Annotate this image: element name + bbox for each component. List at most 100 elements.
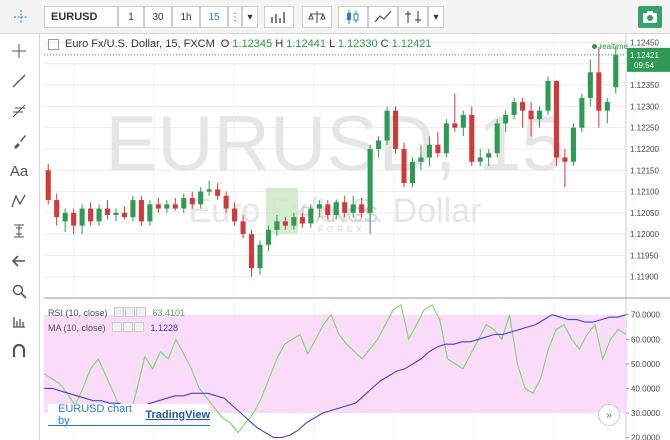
candle [155, 204, 161, 209]
tradingview-link[interactable]: TradingView [145, 409, 210, 421]
interval-30-button[interactable]: 30 [144, 6, 172, 28]
candle [232, 208, 238, 222]
chevron-down-icon[interactable]: ▾ [428, 6, 444, 28]
candle [62, 212, 68, 222]
text-icon[interactable]: Aa [8, 160, 30, 182]
candle [409, 161, 416, 184]
candle [494, 123, 500, 154]
templates-icon[interactable] [398, 6, 428, 28]
candle [198, 191, 204, 205]
indicator-tick-label: 60.0000 [631, 335, 660, 344]
candle [147, 204, 153, 222]
ma-legend: MA (10, close) 1.1228 [48, 322, 178, 334]
interval-1h-button[interactable]: 1h [172, 6, 200, 28]
ma-value: 1.1228 [150, 323, 179, 333]
candle [376, 140, 382, 149]
candle [350, 204, 356, 213]
candle [460, 114, 466, 128]
more-intervals-icon[interactable]: ⋮ [228, 6, 242, 28]
candle [511, 102, 517, 115]
magnet-icon[interactable] [8, 340, 30, 362]
fib-icon[interactable] [8, 100, 30, 122]
symbol-search-input[interactable]: EURUSD [44, 6, 118, 28]
interval-1-button[interactable]: 1 [118, 6, 144, 28]
candle [291, 217, 297, 226]
chart-title: Euro Fx/U.S. Dollar, 15, FXCM [65, 38, 215, 50]
candle [452, 123, 458, 128]
measure-icon[interactable] [8, 220, 30, 242]
candle [248, 234, 255, 269]
crosshair-menu-icon[interactable] [6, 6, 36, 28]
ma-settings-icons[interactable] [111, 322, 145, 334]
ruler-icon[interactable] [8, 310, 30, 332]
interval-15-button[interactable]: 15 [200, 6, 228, 28]
trendline-icon[interactable] [8, 70, 30, 92]
candle [104, 208, 111, 215]
close-label: C [380, 38, 389, 50]
candle [96, 208, 102, 222]
candle [88, 208, 94, 222]
zoom-icon[interactable] [8, 280, 30, 302]
candle [130, 200, 136, 218]
candle [206, 189, 212, 192]
bar-chart-style-icon[interactable] [264, 6, 294, 28]
candle [308, 208, 314, 224]
candle [189, 197, 195, 205]
arrow-left-icon[interactable] [8, 250, 30, 272]
scroll-to-realtime-button[interactable]: » [598, 404, 620, 426]
realtime-dot-icon [591, 44, 597, 49]
legend-collapse-icon[interactable] [48, 38, 59, 50]
indicator-tick-label: 70.0000 [631, 311, 660, 320]
candle [587, 72, 593, 98]
realtime-indicator: realtime [591, 42, 628, 51]
candle [545, 80, 551, 111]
indicator-tick-label: 30.0000 [631, 409, 660, 418]
ohlc-readout: O 1.12345 H 1.12441 L 1.12330 C 1.12421 [221, 38, 432, 50]
candle [274, 221, 280, 230]
brush-icon[interactable] [8, 130, 30, 152]
ma-label: MA (10, close) [48, 323, 106, 333]
indicator-tick-label: 20.0000 [631, 434, 660, 440]
candle [121, 212, 128, 218]
rsi-legend: RSI (10, close) 63.4101 [48, 307, 185, 319]
candle [367, 148, 373, 213]
candle [54, 200, 60, 218]
candle [477, 157, 483, 162]
rsi-settings-icons[interactable] [113, 307, 147, 319]
candle [257, 244, 263, 269]
candle [570, 127, 576, 162]
candle [579, 97, 585, 128]
credit-prefix: EURUSD chart by [58, 402, 132, 427]
candle [79, 208, 85, 226]
candle [384, 110, 390, 141]
close-value: 1.12421 [391, 38, 432, 50]
candle [401, 148, 407, 184]
indicator-tick-label: 40.0000 [631, 384, 660, 393]
candle [553, 80, 560, 158]
camera-icon[interactable] [638, 6, 662, 28]
candle [596, 72, 602, 111]
compare-icon[interactable] [302, 6, 332, 28]
candles-icon[interactable] [338, 6, 368, 28]
crosshair-icon[interactable] [8, 40, 30, 62]
top-toolbar: EURUSD 1 30 1h 15 ⋮ ▾ ▾ [0, 0, 670, 34]
candle [215, 189, 221, 196]
candle [325, 204, 331, 215]
drawing-toolbar: Aa [0, 34, 40, 440]
candle [528, 110, 534, 120]
candle [71, 212, 77, 226]
chart-credit: EURUSD chart by TradingView [48, 402, 210, 427]
indicator-tick-label: 50.0000 [631, 360, 660, 369]
chart-canvas[interactable]: 1.124501.124001.123501.123001.122501.122… [0, 0, 670, 440]
candle [240, 221, 246, 235]
open-value: 1.12345 [232, 38, 273, 50]
low-value: 1.12330 [337, 38, 378, 50]
candle [536, 110, 543, 120]
chevron-down-icon[interactable]: ▾ [242, 6, 258, 28]
indicators-icon[interactable] [368, 6, 398, 28]
candle [503, 114, 509, 124]
candle [392, 110, 399, 149]
candle [562, 157, 568, 162]
candle [342, 202, 348, 213]
pattern-icon[interactable] [8, 190, 30, 212]
